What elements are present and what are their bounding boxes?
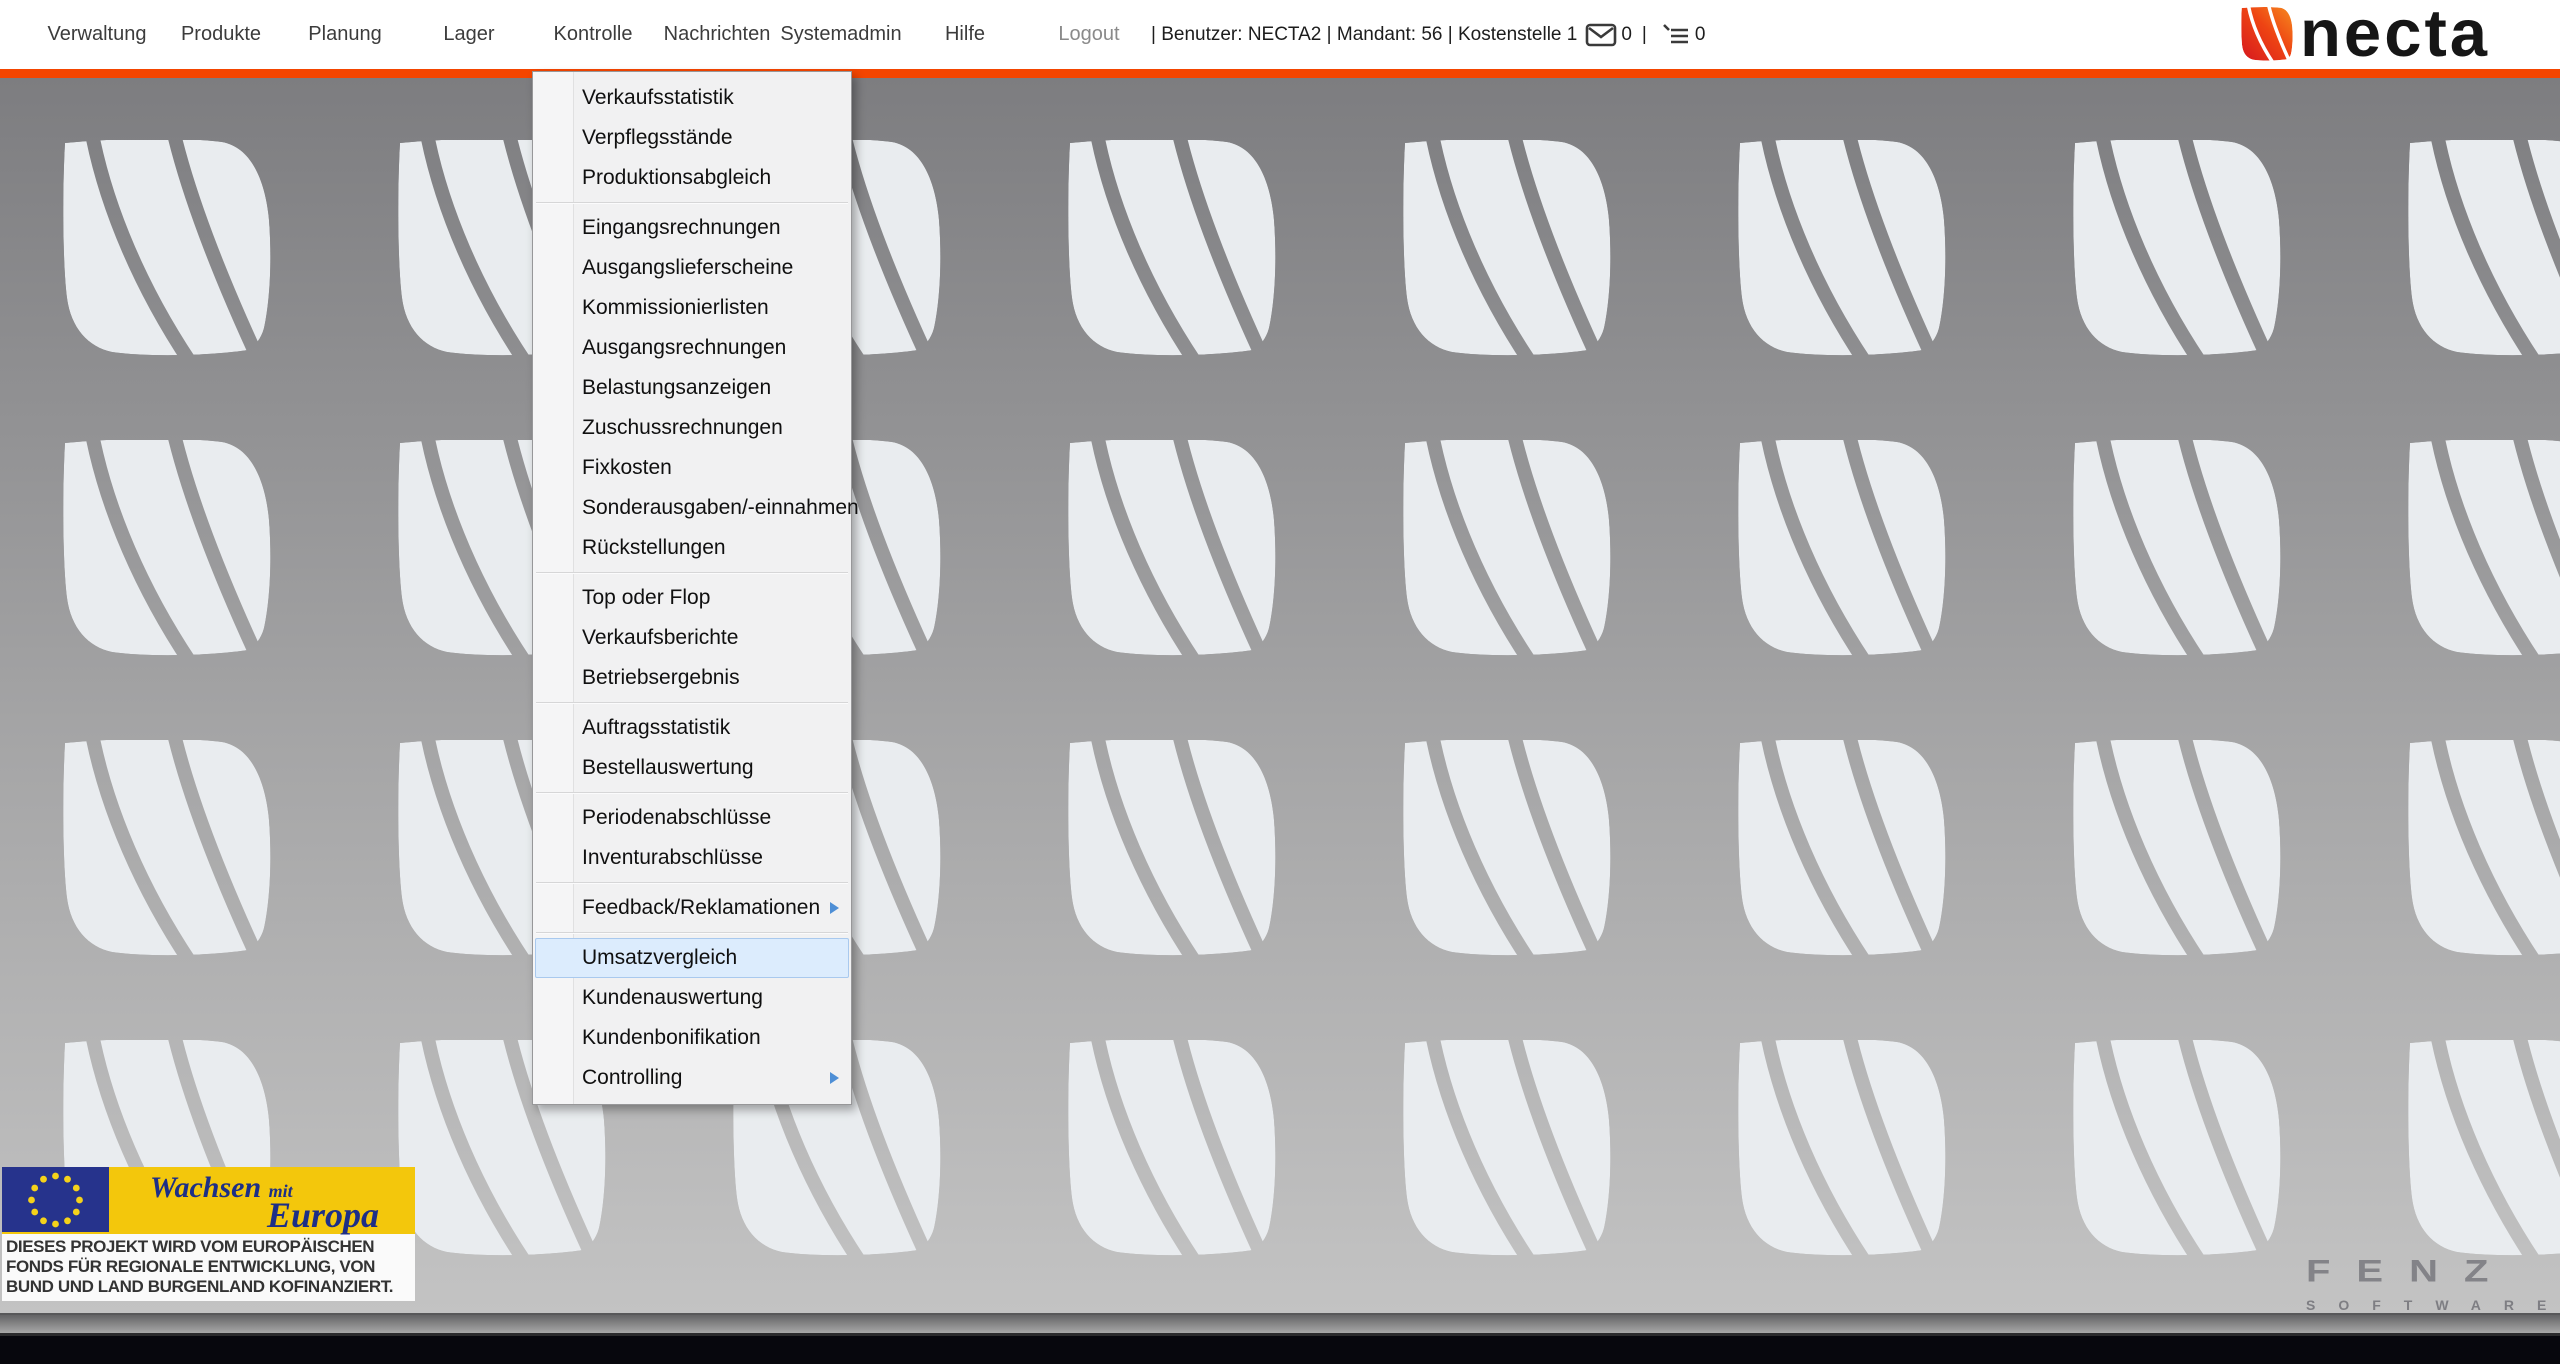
submenu-arrow-icon	[830, 1072, 839, 1084]
eu-title-word2: Europa	[266, 1195, 379, 1235]
brand-leaf-icon	[2241, 5, 2293, 63]
mail-icon[interactable]	[1585, 23, 1617, 47]
dropdown-item-ausgangslieferscheine[interactable]: Ausgangslieferscheine	[533, 248, 851, 288]
menu-item-lager[interactable]: Lager	[407, 23, 531, 46]
eu-badge-caption: DIESES PROJEKT WIRD VOM EUROPÄISCHEN FOND…	[2, 1234, 415, 1301]
menu-separator	[536, 572, 848, 574]
submenu-arrow-icon	[830, 902, 839, 914]
kontrolle-dropdown-menu: Verkaufsstatistik Verpflegsstände Produkti…	[532, 71, 859, 1105]
dropdown-item-eingangsrechnungen[interactable]: Eingangsrechnungen	[533, 208, 851, 248]
eu-caption-line: BUND UND LAND BURGENLAND KOFINANZIERT.	[6, 1277, 394, 1296]
dropdown-item-zuschussrechnungen[interactable]: Zuschussrechnungen	[533, 408, 851, 448]
menu-separator	[536, 882, 848, 884]
menu-item-logout[interactable]: Logout	[1027, 23, 1151, 46]
eu-caption-line: DIESES PROJEKT WIRD VOM EUROPÄISCHEN	[6, 1237, 375, 1256]
menu-item-nachrichten[interactable]: Nachrichten	[655, 23, 779, 46]
eu-flag-icon	[2, 1167, 109, 1232]
brand-logo: necta	[2241, 0, 2491, 71]
footer-status-bar	[0, 1336, 2560, 1364]
eu-title-word1: Wachsen	[150, 1171, 262, 1204]
dropdown-item-fixkosten[interactable]: Fixkosten	[533, 448, 851, 488]
dropdown-item-verkaufsberichte[interactable]: Verkaufsberichte	[533, 618, 851, 658]
main-menu: Verwaltung Produkte Planung Lager Kontrolle N…	[0, 23, 1151, 46]
dropdown-item-feedback-reklamationen[interactable]: Feedback/Reklamationen	[533, 888, 851, 928]
menu-separator	[536, 702, 848, 704]
menu-item-produkte[interactable]: Produkte	[159, 23, 283, 46]
dropdown-item-verkaufsstatistik[interactable]: Verkaufsstatistik	[533, 78, 851, 118]
menubar: Verwaltung Produkte Planung Lager Kontrolle N…	[0, 0, 2560, 69]
dropdown-item-auftragsstatistik[interactable]: Auftragsstatistik	[533, 708, 851, 748]
dropdown-item-top-oder-flop[interactable]: Top oder Flop	[533, 578, 851, 618]
user-info-text: | Benutzer: NECTA2 | Mandant: 56 | Koste…	[1151, 23, 1578, 45]
fenz-watermark: FENZ SOFTWARE	[2306, 1254, 2560, 1313]
notes-count: 0	[1694, 23, 1706, 45]
dropdown-item-belastungsanzeigen[interactable]: Belastungsanzeigen	[533, 368, 851, 408]
dropdown-item-bestellauswertung[interactable]: Bestellauswertung	[533, 748, 851, 788]
eu-badge-banner: Wachsen mit Europa	[2, 1167, 415, 1235]
menu-item-hilfe[interactable]: Hilfe	[903, 23, 1027, 46]
menu-item-systemadmin[interactable]: Systemadmin	[779, 23, 903, 46]
brand-wordmark: necta	[2300, 0, 2491, 71]
eu-funding-badge: Wachsen mit Europa DIESES PROJEKT WIRD V…	[2, 1167, 415, 1301]
app-window: Verwaltung Produkte Planung Lager Kontrolle N…	[0, 0, 2560, 1364]
dropdown-item-ausgangsrechnungen[interactable]: Ausgangsrechnungen	[533, 328, 851, 368]
dropdown-item-produktionsabgleich[interactable]: Produktionsabgleich	[533, 158, 851, 198]
background-pattern	[0, 78, 2560, 1313]
dropdown-item-kommissionierlisten[interactable]: Kommissionierlisten	[533, 288, 851, 328]
menu-separator	[536, 202, 848, 204]
dropdown-item-inventurabschlüsse[interactable]: Inventurabschlüsse	[533, 838, 851, 878]
user-info: | Benutzer: NECTA2 | Mandant: 56 | Koste…	[1151, 22, 1709, 48]
header-divider: |	[1641, 23, 1647, 45]
dropdown-item-umsatzvergleich[interactable]: Umsatzvergleich	[535, 938, 849, 978]
fenz-watermark-subtitle: SOFTWARE	[2306, 1297, 2560, 1313]
dropdown-item-controlling[interactable]: Controlling	[533, 1058, 851, 1098]
dropdown-item-rückstellungen[interactable]: Rückstellungen	[533, 528, 851, 568]
dropdown-item-betriebsergebnis[interactable]: Betriebsergebnis	[533, 658, 851, 698]
dropdown-item-kundenbonifikation[interactable]: Kundenbonifikation	[533, 1018, 851, 1058]
fenz-watermark-name: FENZ	[2306, 1254, 2515, 1289]
dropdown-item-sonderausgaben-einnahmen[interactable]: Sonderausgaben/-einnahmen	[533, 488, 859, 528]
mail-count: 0	[1621, 23, 1632, 45]
menu-separator	[536, 932, 848, 934]
dropdown-item-kundenauswertung[interactable]: Kundenauswertung	[533, 978, 851, 1018]
menu-item-kontrolle[interactable]: Kontrolle	[531, 23, 655, 46]
dropdown-item-verpflegsstände[interactable]: Verpflegsstände	[533, 118, 851, 158]
accent-bar	[0, 69, 2560, 78]
menu-separator	[536, 792, 848, 794]
menu-item-planung[interactable]: Planung	[283, 23, 407, 46]
eu-caption-line: FONDS FÜR REGIONALE ENTWICKLUNG, VON	[6, 1257, 376, 1276]
menu-item-verwaltung[interactable]: Verwaltung	[35, 23, 159, 46]
task-list-icon[interactable]	[1661, 22, 1691, 48]
footer-bevel	[0, 1315, 2560, 1333]
dropdown-item-periodenabschlüsse[interactable]: Periodenabschlüsse	[533, 798, 851, 838]
